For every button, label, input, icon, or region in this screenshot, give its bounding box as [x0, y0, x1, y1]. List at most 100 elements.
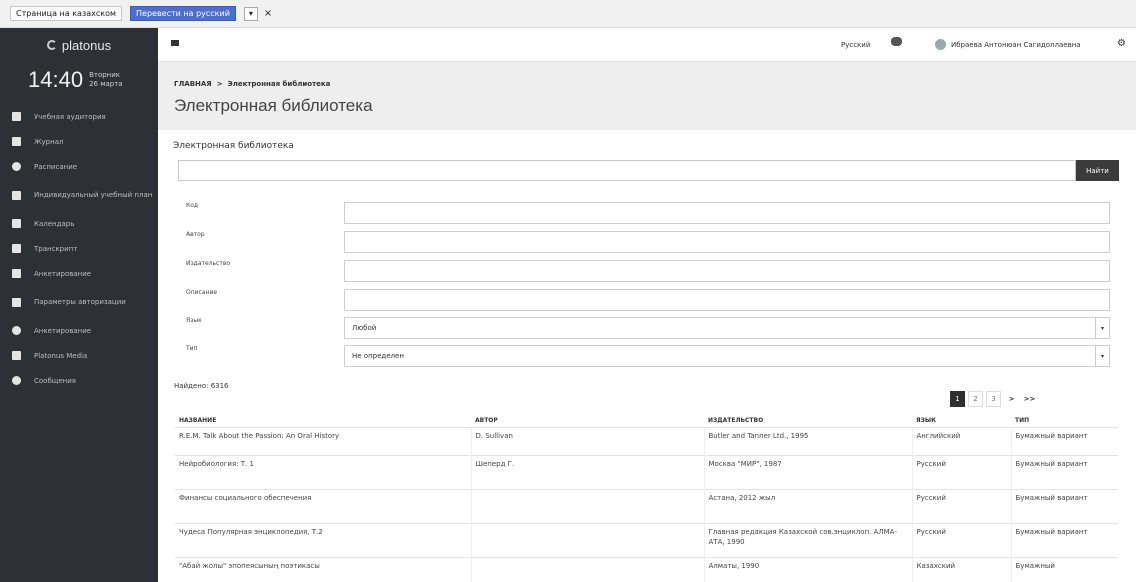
sidebar-item-survey-2[interactable]: Анкетирование [0, 318, 158, 343]
kazakh-page-button[interactable]: Страница на казахском [10, 6, 123, 21]
translate-to-russian-button[interactable]: Перевести на русский [130, 6, 236, 21]
book-author-cell: D. Sullivan [471, 426, 705, 455]
code-label: Код [186, 202, 199, 209]
page-3-button[interactable]: 3 [986, 391, 1001, 407]
column-header[interactable]: ИЗДАТЕЛЬСТВО [704, 415, 912, 427]
table-row[interactable]: R.E.M. Talk About the Passion: An Oral H… [175, 426, 1118, 455]
avatar[interactable] [935, 39, 946, 50]
sidebar-item-transcript[interactable]: Транскрипт [0, 236, 158, 261]
code-field[interactable] [344, 202, 1110, 224]
book-title-cell[interactable]: Финансы социального обеспечения [175, 488, 472, 523]
sidebar-item-schedule[interactable]: Расписание [0, 154, 158, 179]
classroom-icon [12, 112, 21, 121]
table-row[interactable]: Нейробиология: Т. 1 Шеперд Г. Москва "МИ… [175, 454, 1118, 489]
publisher-field[interactable] [344, 260, 1110, 282]
book-publisher-cell: Москва "МИР", 1987 [704, 454, 913, 489]
megaphone-icon [12, 269, 21, 278]
language-label: Язык [186, 317, 202, 324]
book-title-cell[interactable]: R.E.M. Talk About the Passion: An Oral H… [175, 426, 472, 455]
book-publisher-cell: Астана, 2012 жыл [704, 488, 913, 523]
column-header[interactable]: АВТОР [471, 415, 704, 427]
book-language-cell: Русский [912, 454, 1012, 489]
search-row: Найти [178, 160, 1119, 181]
breadcrumb: ГЛАВНАЯ > Электронная библиотека [174, 80, 330, 88]
clock-time: 14:40 [28, 67, 84, 92]
sidebar: platonus 14:40 Вторник 26 марта Учебная … [0, 28, 158, 582]
content-header: ГЛАВНАЯ > Электронная библиотека Электронн… [158, 62, 1136, 130]
breadcrumb-home[interactable]: ГЛАВНАЯ [174, 80, 212, 88]
chevron-down-icon[interactable]: ▾ [243, 6, 258, 21]
language-select[interactable]: Любой ▾ [344, 317, 1110, 339]
translate-bar: Страница на казахском Перевести на русск… [0, 0, 1136, 28]
book-title-cell[interactable]: Чудеса Популярная энциклопедия, Т.2 [175, 522, 472, 557]
next-page-button[interactable]: > [1004, 391, 1019, 407]
book-type-cell: Бумажный вариант [1011, 454, 1118, 489]
page-2-button[interactable]: 2 [968, 391, 983, 407]
clock-day-month: 26 марта [89, 80, 123, 88]
book-publisher-cell: Butler and Tanner Ltd., 1995 [704, 426, 913, 455]
chat-icon [12, 376, 21, 385]
author-field[interactable] [344, 231, 1110, 253]
sidebar-item-journal[interactable]: Журнал [0, 129, 158, 154]
table-row[interactable]: Финансы социального обеспечения Астана, … [175, 488, 1118, 523]
sidebar-item-classroom[interactable]: Учебная аудитория [0, 104, 158, 129]
gear-icon[interactable]: ⚙ [1117, 38, 1126, 49]
chevron-down-icon[interactable]: ▾ [1095, 346, 1109, 366]
column-header[interactable]: ТИП [1011, 415, 1118, 427]
clock-day: Вторник [89, 71, 121, 79]
menu-icon[interactable] [171, 40, 179, 46]
description-row: Описание [186, 289, 1110, 311]
sidebar-item-calendar[interactable]: Календарь [0, 211, 158, 236]
page-title: Электронная библиотека [174, 96, 373, 115]
table-row[interactable]: "Абай жолы" эпопеясының поэтикасы Алматы… [175, 556, 1118, 582]
cloud-icon[interactable] [891, 37, 902, 46]
logo[interactable]: platonus [0, 28, 158, 62]
grid-icon [12, 190, 21, 200]
book-language-cell: Русский [912, 522, 1012, 557]
clock-icon [12, 162, 21, 171]
description-field[interactable] [344, 289, 1110, 311]
close-icon[interactable]: × [264, 8, 272, 19]
book-title-cell[interactable]: Нейробиология: Т. 1 [175, 454, 472, 489]
clock: 14:40 Вторник 26 марта [0, 62, 158, 98]
table-row[interactable]: Чудеса Популярная энциклопедия, Т.2 Глав… [175, 522, 1118, 557]
language-select-value: Любой [352, 324, 377, 332]
last-page-button[interactable]: >> [1022, 391, 1037, 407]
sidebar-item-auth-params[interactable]: Параметры авторизации [0, 286, 158, 318]
book-type-cell: Бумажный вариант [1011, 488, 1118, 523]
book-title-cell[interactable]: "Абай жолы" эпопеясының поэтикасы [175, 556, 472, 582]
platonus-logo-icon [46, 40, 57, 50]
book-language-cell: Казахский [912, 556, 1012, 582]
book-language-cell: Английский [912, 426, 1012, 455]
book-icon [12, 137, 21, 146]
sidebar-item-survey[interactable]: Анкетирование [0, 261, 158, 286]
clock-date: Вторник 26 марта [89, 71, 123, 89]
type-row: Тип Не определен ▾ [186, 345, 1110, 367]
type-select[interactable]: Не определен ▾ [344, 345, 1110, 367]
column-header[interactable]: НАЗВАНИЕ [175, 415, 471, 427]
language-selector[interactable]: Русский [841, 41, 870, 49]
sidebar-item-media[interactable]: Platonus Media [0, 343, 158, 368]
page-1-button[interactable]: 1 [950, 391, 965, 407]
publisher-label: Издательство [186, 260, 231, 267]
breadcrumb-separator: > [216, 80, 223, 88]
breadcrumb-current: Электронная библиотека [227, 80, 331, 88]
calendar-icon [12, 219, 21, 228]
search-input[interactable] [178, 160, 1076, 181]
user-name[interactable]: Ибраева Антонюан Сагидоллаевна [951, 41, 1081, 49]
book-type-cell: Бумажный вариант [1011, 522, 1118, 557]
key-icon [12, 297, 21, 307]
sidebar-item-study-plan[interactable]: Индивидуальный учебный план [0, 179, 158, 211]
book-type-cell: Бумажный [1011, 556, 1118, 582]
media-icon [12, 351, 21, 360]
book-author-cell: Шеперд Г. [471, 454, 705, 489]
book-author-cell [471, 556, 705, 582]
sidebar-menu: Учебная аудитория Журнал Расписание Инди… [0, 104, 158, 393]
search-button[interactable]: Найти [1076, 160, 1119, 181]
sidebar-item-messages[interactable]: Сообщения [0, 368, 158, 393]
book-publisher-cell: Главная редакция Казахской сов.энциклоп.… [704, 522, 913, 557]
panel-title: Электронная библиотека [173, 141, 294, 151]
chevron-down-icon[interactable]: ▾ [1095, 318, 1109, 338]
language-row: Язык Любой ▾ [186, 317, 1110, 339]
column-header[interactable]: ЯЗЫК [912, 415, 1011, 427]
